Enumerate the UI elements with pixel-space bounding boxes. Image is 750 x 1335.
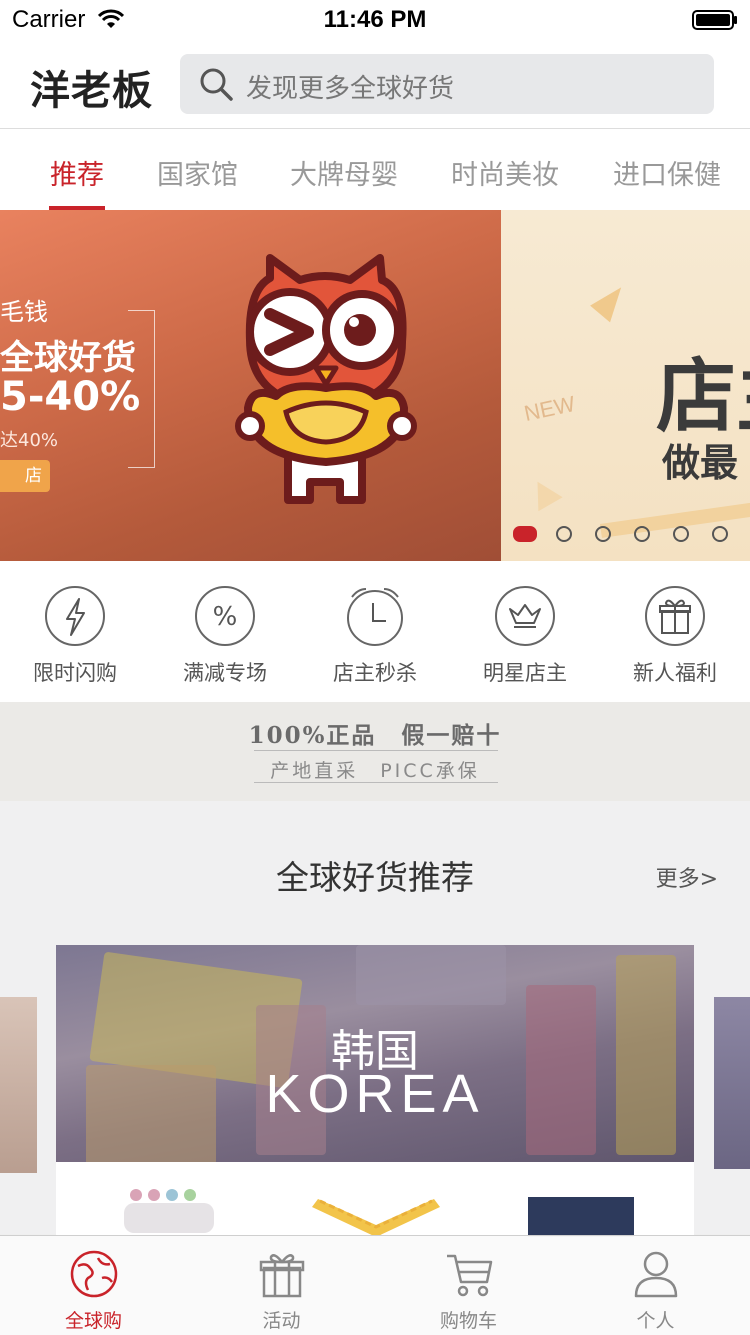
quick-link-label: 满减专场 (183, 661, 267, 685)
quick-link-flash-sale[interactable]: 限时闪购 (0, 585, 150, 687)
gift-icon (259, 1254, 304, 1298)
tabbar-item-global[interactable]: 全球购 (0, 1248, 187, 1333)
promo-banner-carousel[interactable]: 毛钱 全球好货 5-40% 达40% 店 NEW 店主 做 (0, 210, 750, 561)
tabbar-label: 全球购 (64, 1310, 122, 1332)
banner-subheadline: 做最 (662, 441, 739, 485)
guarantee-banner[interactable]: 100%正品 假一赔十 产地直采 PICC承保 (0, 702, 750, 801)
page-dot[interactable] (556, 526, 572, 542)
globe-icon (70, 1250, 117, 1298)
quick-link-label: 限时闪购 (33, 661, 117, 685)
tabbar-label: 购物车 (439, 1310, 497, 1332)
section-title: 全球好货推荐 (276, 858, 474, 897)
guarantee-title: 100%正品 假一赔十 (248, 722, 502, 749)
bottom-tab-bar: 全球购 活动 购物车 个人 (0, 1235, 750, 1335)
tabbar-item-activity[interactable]: 活动 (188, 1248, 375, 1333)
banner-text-2: 全球好货 (0, 338, 136, 378)
banner-headline: 店主 (656, 350, 750, 443)
card-peek-left[interactable] (0, 997, 37, 1173)
quick-link-label: 店主秒杀 (333, 661, 417, 685)
decor-sign (356, 945, 506, 1005)
product-image (312, 1199, 440, 1237)
quick-link-seckill[interactable]: 店主秒杀 (300, 585, 450, 687)
search-icon (200, 68, 233, 101)
search-input[interactable]: 发现更多全球好货 (180, 54, 714, 114)
more-link[interactable]: 更多> (656, 861, 718, 893)
tabbar-item-cart[interactable]: 购物车 (375, 1248, 562, 1333)
tab-fashion-beauty[interactable]: 时尚美妆 (451, 153, 559, 192)
app-header: 洋老板 发现更多全球好货 (0, 40, 750, 129)
product-image (124, 1189, 214, 1233)
country-card-image: 韩国 KOREA (56, 945, 694, 1162)
tabbar-item-profile[interactable]: 个人 (562, 1248, 749, 1333)
page-dot-active[interactable] (513, 526, 537, 542)
status-time: 11:46 PM (323, 6, 427, 33)
tabbar-label: 活动 (262, 1310, 301, 1332)
quick-links: 限时闪购 % 满减专场 店主秒杀 明星店主 新人福利 (0, 561, 750, 702)
quick-link-star-owner[interactable]: 明星店主 (450, 585, 600, 687)
app-logo: 洋老板 (30, 68, 153, 114)
tab-country-pavilion[interactable]: 国家馆 (157, 153, 238, 192)
quick-link-label: 明星店主 (483, 661, 567, 685)
quick-link-discount[interactable]: % 满减专场 (150, 585, 300, 687)
product-thumb[interactable] (306, 1167, 446, 1237)
tabbar-label: 个人 (636, 1310, 675, 1332)
banner-text-1: 毛钱 (0, 298, 48, 326)
percent-icon: % (195, 586, 255, 646)
search-placeholder: 发现更多全球好货 (246, 74, 455, 104)
page-dot[interactable] (712, 526, 728, 542)
global-recommend-section: 全球好货推荐 更多> 韩国 KOREA (0, 801, 750, 1245)
page-dot[interactable] (634, 526, 650, 542)
page-dot[interactable] (595, 526, 611, 542)
country-name-en: KOREA (265, 1064, 485, 1124)
product-thumb[interactable] (526, 1189, 636, 1239)
cart-icon (446, 1254, 492, 1297)
person-icon (634, 1251, 677, 1298)
banner-frame (128, 310, 155, 468)
country-card-korea[interactable]: 韩国 KOREA (56, 945, 694, 1245)
page-dot[interactable] (673, 526, 689, 542)
owl-mascot-icon (235, 254, 417, 504)
quick-link-newcomer[interactable]: 新人福利 (600, 585, 750, 687)
product-image (528, 1197, 634, 1237)
product-thumb[interactable] (106, 1177, 226, 1237)
lightning-icon (45, 586, 105, 646)
guarantee-subtitle: 产地直采 PICC承保 (270, 760, 480, 782)
banner-discount: 5-40% (0, 374, 141, 420)
alarm-clock-icon (347, 588, 403, 646)
category-tabs: 推荐 国家馆 大牌母婴 时尚美妆 进口保健 (0, 129, 750, 210)
tab-import-health[interactable]: 进口保健 (613, 153, 721, 192)
card-peek-right[interactable] (714, 997, 750, 1169)
tab-recommend[interactable]: 推荐 (50, 153, 104, 192)
battery-icon (692, 10, 737, 30)
banner-text-4: 达40% (0, 430, 59, 451)
gift-icon (645, 586, 705, 646)
banner-shop-button[interactable]: 店 (0, 460, 50, 492)
divider (254, 750, 498, 751)
divider (254, 782, 498, 783)
crown-icon (495, 586, 555, 646)
tab-brand-baby[interactable]: 大牌母婴 (290, 153, 398, 192)
svg-text:%: % (213, 602, 238, 632)
status-bar: Carrier 11:46 PM (0, 0, 750, 40)
banner-slide-promo[interactable]: 毛钱 全球好货 5-40% 达40% 店 (0, 210, 501, 561)
quick-link-label: 新人福利 (633, 661, 717, 685)
